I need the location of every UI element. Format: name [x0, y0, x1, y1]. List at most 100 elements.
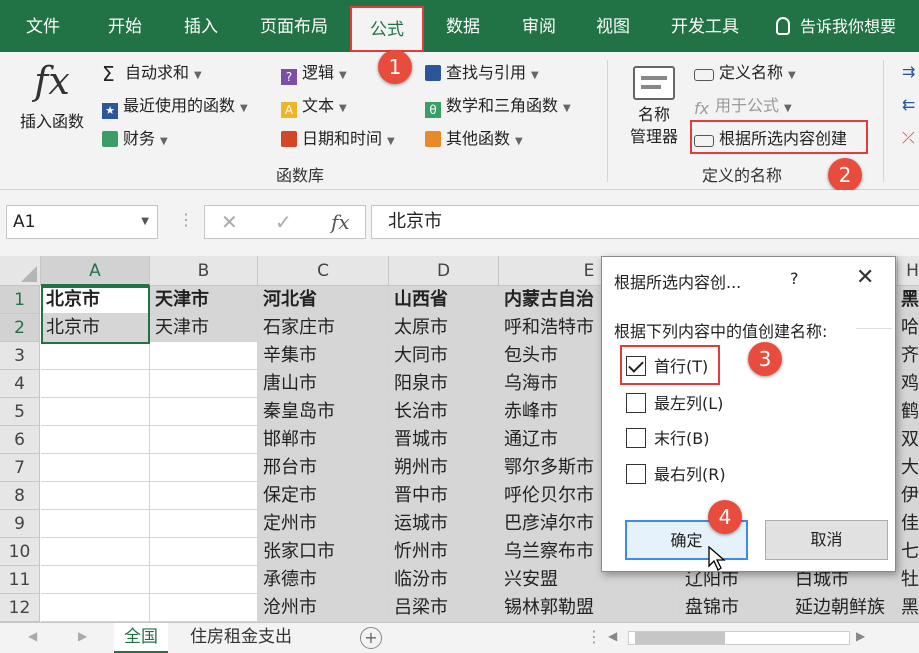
cell-h7[interactable]: 大 [898, 454, 919, 482]
use-in-formula-button[interactable]: fx 用于公式 ▼ [694, 93, 792, 119]
select-all-corner[interactable] [0, 256, 41, 286]
tell-me-search[interactable]: 告诉我你想要 [776, 0, 896, 52]
cell-d11[interactable]: 临汾市 [389, 566, 499, 594]
row-header-4[interactable]: 4 [0, 370, 40, 398]
insert-function-button[interactable]: fx 插入函数 [10, 58, 94, 144]
cell-d7[interactable]: 朔州市 [389, 454, 499, 482]
cell-a4[interactable] [41, 370, 150, 398]
row-header-3[interactable]: 3 [0, 342, 40, 370]
row-header-7[interactable]: 7 [0, 454, 40, 482]
cell-h10[interactable]: 七 [898, 538, 919, 566]
row-header-6[interactable]: 6 [0, 426, 40, 454]
cell-b9[interactable] [150, 510, 258, 538]
cell-b6[interactable] [150, 426, 258, 454]
cell-b11[interactable] [150, 566, 258, 594]
name-box[interactable]: A1 ▼ [6, 205, 158, 239]
trace-precedents-icon[interactable]: ⇉ [902, 62, 915, 81]
add-sheet-icon[interactable]: + [360, 627, 382, 649]
cell-c10[interactable]: 张家口市 [258, 538, 389, 566]
cell-a7[interactable] [41, 454, 150, 482]
sheet-tab-rent[interactable]: 住房租金支出 [180, 623, 302, 653]
lookup-reference-button[interactable]: 查找与引用 ▼ [425, 60, 539, 86]
column-header-a[interactable]: A [41, 256, 150, 286]
cell-b8[interactable] [150, 482, 258, 510]
tab-data[interactable]: 数据 [434, 0, 492, 52]
row-header-1[interactable]: 1 [0, 286, 40, 314]
more-functions-button[interactable]: 其他函数 ▼ [425, 126, 523, 152]
tab-formulas[interactable]: 公式 [350, 6, 424, 52]
row-header-11[interactable]: 11 [0, 566, 40, 594]
cell-a6[interactable] [41, 426, 150, 454]
cell-f12[interactable]: 盘锦市 [680, 594, 790, 622]
cell-c2[interactable]: 石家庄市 [258, 314, 389, 342]
cell-d9[interactable]: 运城市 [389, 510, 499, 538]
text-functions-button[interactable]: A 文本 ▼ [281, 93, 347, 119]
cell-c5[interactable]: 秦皇岛市 [258, 398, 389, 426]
cell-a1[interactable]: 北京市 [41, 286, 150, 314]
cell-e12[interactable]: 锡林郭勒盟 [499, 594, 680, 622]
hscroll-right-icon[interactable]: ▶ [856, 629, 865, 643]
cell-d1[interactable]: 山西省 [389, 286, 499, 314]
cell-a2[interactable]: 北京市 [41, 314, 150, 342]
formula-input[interactable]: 北京市 [371, 205, 919, 239]
help-button[interactable]: ? [790, 269, 799, 288]
cell-h3[interactable]: 齐 [898, 342, 919, 370]
option-right-column[interactable]: 最右列(R) [626, 464, 726, 486]
tab-file[interactable]: 文件 [14, 0, 72, 52]
horizontal-scrollbar[interactable] [628, 631, 850, 645]
autosum-button[interactable]: Σ 自动求和 ▼ [102, 60, 202, 86]
cell-b4[interactable] [150, 370, 258, 398]
recent-functions-button[interactable]: ★ 最近使用的函数 ▼ [102, 93, 248, 119]
hscroll-left-icon[interactable]: ◀ [608, 629, 617, 643]
cell-c9[interactable]: 定州市 [258, 510, 389, 538]
option-left-column[interactable]: 最左列(L) [626, 393, 723, 415]
cell-b7[interactable] [150, 454, 258, 482]
logical-button[interactable]: ? 逻辑 ▼ [281, 60, 347, 86]
cell-h2[interactable]: 哈 [898, 314, 919, 342]
row-header-9[interactable]: 9 [0, 510, 40, 538]
tab-page-layout[interactable]: 页面布局 [250, 0, 338, 52]
remove-arrows-icon[interactable]: ⤫ [902, 128, 915, 148]
row-header-5[interactable]: 5 [0, 398, 40, 426]
enter-check-icon[interactable]: ✓ [275, 210, 292, 234]
cancel-x-icon[interactable]: ✕ [221, 210, 238, 234]
date-time-button[interactable]: 日期和时间 ▼ [281, 126, 395, 152]
row-header-12[interactable]: 12 [0, 594, 40, 622]
option-bottom-row[interactable]: 末行(B) [626, 428, 709, 450]
tab-developer[interactable]: 开发工具 [660, 0, 750, 52]
cell-h8[interactable]: 伊 [898, 482, 919, 510]
scroll-right-icon[interactable]: ▶ [78, 629, 87, 643]
row-header-2[interactable]: 2 [0, 314, 40, 342]
cell-h9[interactable]: 佳 [898, 510, 919, 538]
cell-h11[interactable]: 牡 [898, 566, 919, 594]
cell-c11[interactable]: 承德市 [258, 566, 389, 594]
cell-d10[interactable]: 忻州市 [389, 538, 499, 566]
cell-d2[interactable]: 太原市 [389, 314, 499, 342]
cell-c6[interactable]: 邯郸市 [258, 426, 389, 454]
cell-h5[interactable]: 鹤 [898, 398, 919, 426]
tab-view[interactable]: 视图 [584, 0, 642, 52]
sheet-tab-national[interactable]: 全国 [114, 623, 168, 653]
checkbox-left-column[interactable] [626, 393, 646, 413]
trace-dependents-icon[interactable]: ⇇ [902, 95, 915, 114]
cell-a11[interactable] [41, 566, 150, 594]
cell-a5[interactable] [41, 398, 150, 426]
cell-c8[interactable]: 保定市 [258, 482, 389, 510]
column-header-h[interactable]: H [898, 256, 919, 286]
close-icon[interactable]: ✕ [856, 265, 874, 290]
row-header-8[interactable]: 8 [0, 482, 40, 510]
cell-c7[interactable]: 邢台市 [258, 454, 389, 482]
column-header-c[interactable]: C [258, 256, 389, 286]
cell-b12[interactable] [150, 594, 258, 622]
cell-a3[interactable] [41, 342, 150, 370]
cell-b2[interactable]: 天津市 [150, 314, 258, 342]
cell-h1[interactable]: 黑 [898, 286, 919, 314]
row-header-10[interactable]: 10 [0, 538, 40, 566]
cell-d3[interactable]: 大同市 [389, 342, 499, 370]
cell-d8[interactable]: 晋中市 [389, 482, 499, 510]
scroll-left-icon[interactable]: ◀ [28, 629, 37, 643]
cell-d5[interactable]: 长治市 [389, 398, 499, 426]
column-header-d[interactable]: D [389, 256, 499, 286]
cell-b5[interactable] [150, 398, 258, 426]
cell-a10[interactable] [41, 538, 150, 566]
